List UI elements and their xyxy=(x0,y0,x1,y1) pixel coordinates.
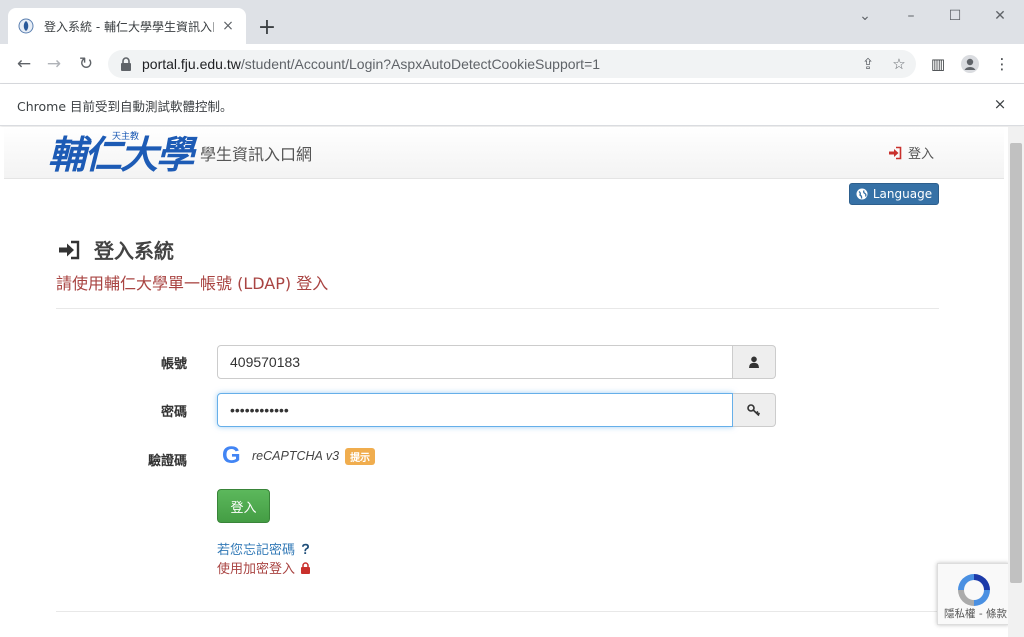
logo-subtext: 天主教 xyxy=(112,132,140,142)
share-icon[interactable]: ⇪ xyxy=(858,54,878,74)
password-addon xyxy=(733,393,776,427)
tab-title: 登入系統 - 輔仁大學學生資訊入口 xyxy=(44,19,214,34)
question-icon xyxy=(302,543,310,554)
site-header: 輔仁大學 天主教 學生資訊入口網 登入 xyxy=(4,127,1004,179)
lock-icon xyxy=(301,561,311,574)
page-heading: 登入系統 xyxy=(58,235,174,264)
page-viewport: 輔仁大學 天主教 學生資訊入口網 登入 Language 登入系統 請使用輔仁大… xyxy=(0,127,1008,637)
encrypted-login-label: 使用加密登入 xyxy=(217,562,296,577)
bookmark-star-icon[interactable]: ☆ xyxy=(889,54,909,74)
account-input-group xyxy=(217,345,776,379)
page-heading-text: 登入系統 xyxy=(94,239,174,263)
minimize-icon[interactable]: – xyxy=(901,6,921,26)
recaptcha-text: reCAPTCHA v3 xyxy=(252,449,340,463)
window-close-icon[interactable]: ✕ xyxy=(990,6,1010,26)
sign-in-icon xyxy=(889,146,902,159)
reload-icon[interactable]: ↻ xyxy=(74,52,98,76)
header-login-link[interactable]: 登入 xyxy=(888,143,934,162)
address-bar[interactable]: portal.fju.edu.tw/student/Account/Login?… xyxy=(108,50,916,78)
login-subtitle: 請使用輔仁大學單一帳號 (LDAP) 登入 xyxy=(56,274,329,293)
login-submit-button[interactable]: 登入 xyxy=(217,489,270,523)
url-host: portal.fju.edu.tw xyxy=(142,56,241,72)
forgot-password-link[interactable]: 若您忘記密碼 xyxy=(217,539,311,558)
fju-favicon-icon xyxy=(18,18,34,34)
infobar-text: Chrome 目前受到自動測試軟體控制。 xyxy=(17,99,233,114)
key-icon xyxy=(747,404,761,417)
site-title[interactable]: 學生資訊入口網 xyxy=(200,141,312,165)
url-path: /student/Account/Login?AspxAutoDetectCoo… xyxy=(240,56,601,72)
browser-tab-bar: 登入系統 - 輔仁大學學生資訊入口 × + ⌄ – ☐ ✕ xyxy=(0,0,1024,44)
user-icon xyxy=(749,356,759,368)
account-addon xyxy=(733,345,776,379)
side-panel-icon[interactable]: ▥ xyxy=(928,54,948,74)
divider xyxy=(56,611,939,612)
globe-icon xyxy=(856,188,868,200)
password-input-group xyxy=(217,393,776,427)
account-input[interactable] xyxy=(217,345,733,379)
forward-icon[interactable]: → xyxy=(42,52,66,76)
hint-badge[interactable]: 提示 xyxy=(345,447,376,465)
profile-avatar-icon[interactable] xyxy=(960,54,980,74)
back-icon[interactable]: ← xyxy=(12,52,36,76)
recaptcha-logo-icon xyxy=(958,574,990,606)
recaptcha-badge[interactable]: 隱私權 - 條款 xyxy=(937,563,1008,625)
maximize-icon[interactable]: ☐ xyxy=(945,6,965,26)
recaptcha-badge-text[interactable]: 隱私權 - 條款 xyxy=(944,606,1007,621)
infobar-close-icon[interactable]: × xyxy=(990,94,1010,114)
password-input[interactable] xyxy=(217,393,733,427)
chevron-down-icon[interactable]: ⌄ xyxy=(855,6,875,26)
encrypted-login-link[interactable]: 使用加密登入 xyxy=(217,558,311,577)
account-label: 帳號 xyxy=(160,357,187,372)
header-login-label: 登入 xyxy=(908,147,935,162)
kebab-menu-icon[interactable]: ⋮ xyxy=(992,54,1012,74)
language-label: Language xyxy=(872,187,933,201)
forgot-password-label: 若您忘記密碼 xyxy=(217,543,296,558)
page-scrollbar[interactable] xyxy=(1008,127,1024,637)
language-button[interactable]: Language xyxy=(849,183,939,205)
new-tab-button[interactable]: + xyxy=(256,17,278,39)
divider xyxy=(56,308,939,309)
scrollbar-thumb[interactable] xyxy=(1010,143,1022,583)
browser-tab[interactable]: 登入系統 - 輔仁大學學生資訊入口 × xyxy=(8,8,246,44)
captcha-row: G reCAPTCHA v3 提示 xyxy=(222,442,376,469)
tab-close-icon[interactable]: × xyxy=(220,18,236,34)
google-logo-icon: G xyxy=(222,442,241,469)
captcha-label: 驗證碼 xyxy=(147,454,187,469)
browser-toolbar: ← → ↻ portal.fju.edu.tw/student/Account/… xyxy=(0,44,1024,84)
lock-icon xyxy=(121,57,131,71)
password-label: 密碼 xyxy=(160,405,187,420)
automation-infobar: Chrome 目前受到自動測試軟體控制。 × xyxy=(0,84,1024,126)
sign-in-icon xyxy=(59,240,80,259)
